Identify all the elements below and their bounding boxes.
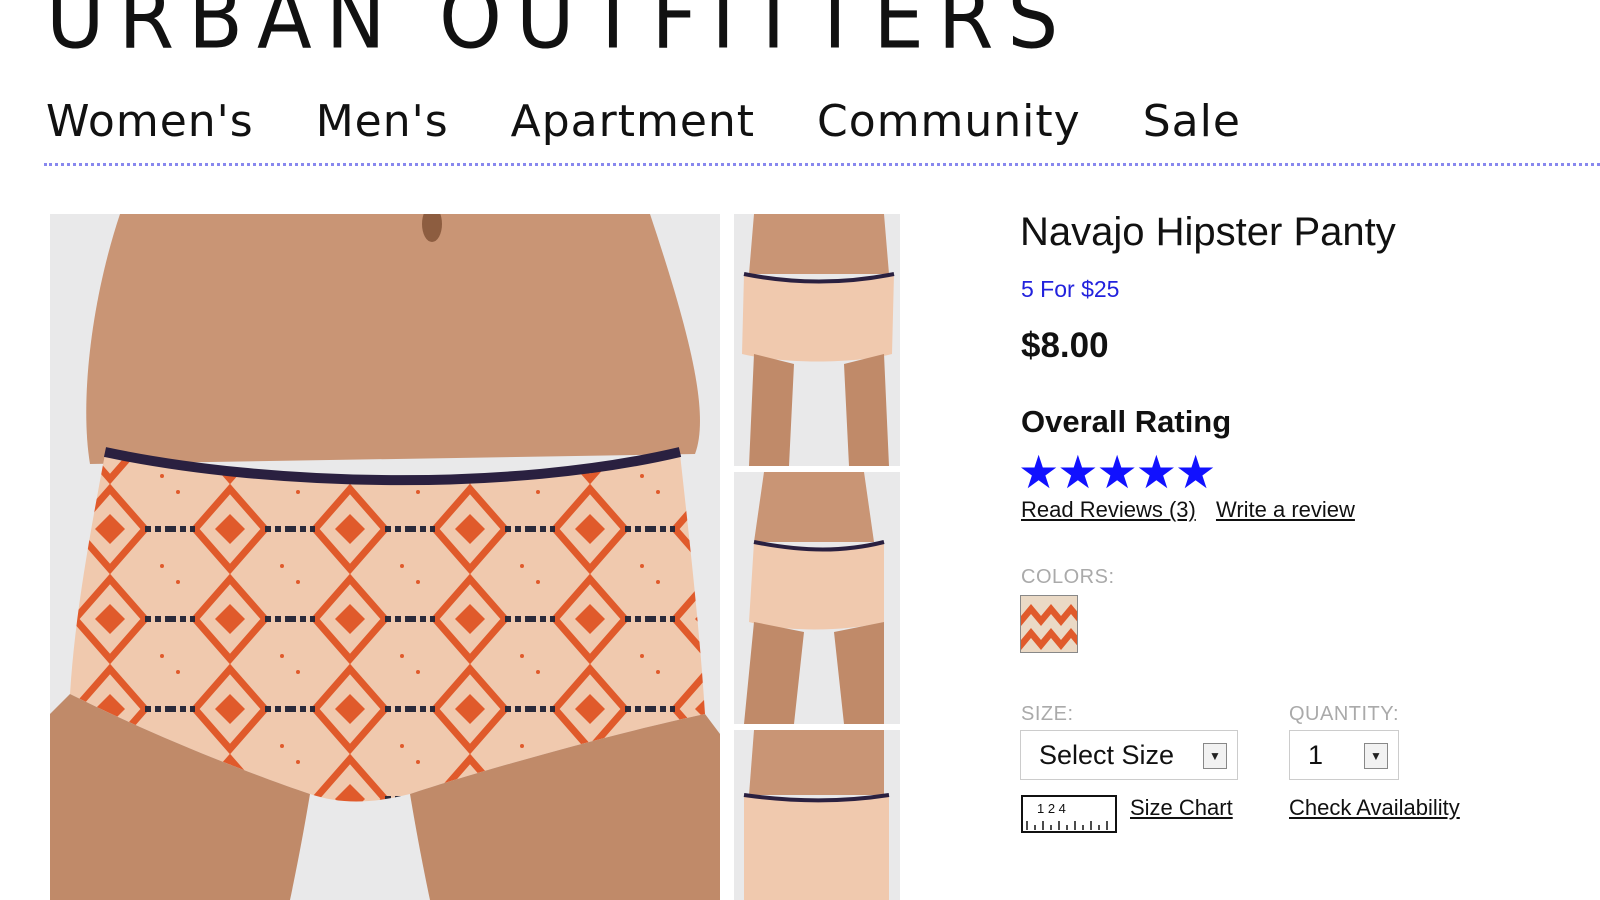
- quantity-select-value: 1: [1308, 740, 1324, 770]
- product-title: Navajo Hipster Panty: [1020, 210, 1396, 254]
- colors-label: COLORS:: [1021, 566, 1115, 588]
- thumbnail-back[interactable]: [734, 730, 900, 900]
- review-links: Read Reviews (3) Write a review: [1021, 497, 1369, 523]
- size-select-value: Select Size: [1039, 740, 1175, 770]
- nav-apartment[interactable]: Apartment: [511, 96, 755, 147]
- rating-label: Overall Rating: [1021, 404, 1232, 439]
- chevron-down-icon: ▼: [1203, 743, 1227, 769]
- nav-divider: [44, 163, 1600, 166]
- nav-community[interactable]: Community: [817, 96, 1081, 147]
- quantity-label: QUANTITY:: [1289, 703, 1400, 725]
- promo-link[interactable]: 5 For $25: [1021, 276, 1119, 303]
- site-logo[interactable]: URBAN OUTFITTERS: [46, 0, 1072, 66]
- read-reviews-link[interactable]: Read Reviews (3): [1021, 497, 1196, 522]
- write-review-link[interactable]: Write a review: [1216, 497, 1355, 522]
- star-rating: ★★★★★: [1018, 446, 1216, 498]
- ruler-marks: 1 2 4: [1037, 801, 1066, 816]
- nav-womens[interactable]: Women's: [46, 96, 254, 147]
- product-main-image[interactable]: [50, 214, 720, 900]
- thumbnail-side[interactable]: [734, 472, 900, 724]
- ruler-icon[interactable]: 1 2 4: [1021, 795, 1117, 833]
- color-swatch[interactable]: [1020, 595, 1078, 653]
- size-chart-link[interactable]: Size Chart: [1130, 795, 1233, 821]
- main-nav: Women's Men's Apartment Community Sale: [46, 96, 1303, 147]
- quantity-select[interactable]: 1 ▼: [1289, 730, 1399, 780]
- size-select[interactable]: Select Size ▼: [1020, 730, 1238, 780]
- nav-sale[interactable]: Sale: [1143, 96, 1241, 147]
- chevron-down-icon: ▼: [1364, 743, 1388, 769]
- thumbnail-front[interactable]: [734, 214, 900, 466]
- check-availability-link[interactable]: Check Availability: [1289, 795, 1460, 821]
- nav-mens[interactable]: Men's: [316, 96, 449, 147]
- size-label: SIZE:: [1021, 703, 1074, 725]
- product-price: $8.00: [1021, 326, 1109, 365]
